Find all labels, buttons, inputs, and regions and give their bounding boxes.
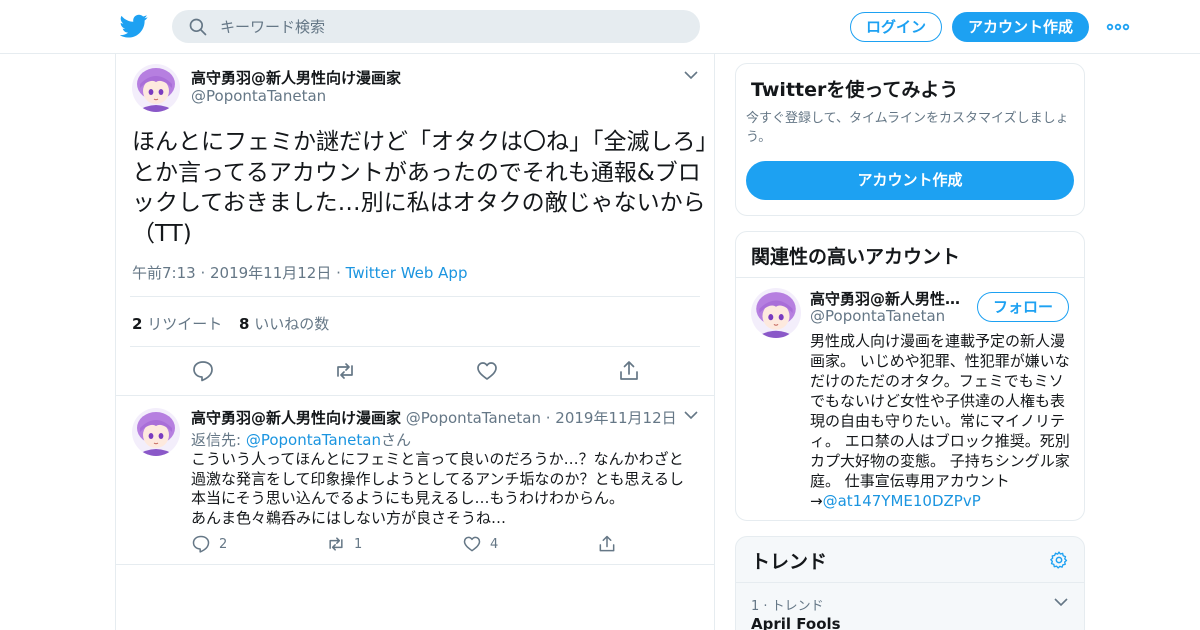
reply-action[interactable]: 2 xyxy=(191,534,251,556)
retweet-count: 1 xyxy=(354,537,363,552)
reply-tweet[interactable]: 高守勇羽@新人男性向け漫画家 @PopontaTanetan · 2019年11… xyxy=(116,396,714,565)
like-count: 8 xyxy=(239,315,250,333)
tweet-source[interactable]: Twitter Web App xyxy=(346,264,468,282)
reply-to-prefix: 返信先: xyxy=(191,431,246,449)
signup-card-button[interactable]: アカウント作成 xyxy=(746,161,1074,200)
account-bio: 男性成人向け漫画を連載予定の新人漫画家。 いじめや犯罪、性犯罪が嫌いなだけのただ… xyxy=(810,331,1072,511)
chevron-down-icon[interactable] xyxy=(683,67,699,83)
signup-card-title: Twitterを使ってみよう xyxy=(751,79,959,101)
timeline-column: 高守勇羽@新人男性向け漫画家 @PopontaTanetan ほんとにフェミか謎… xyxy=(115,54,715,630)
account-bio-link[interactable]: @at147YME10DZPvP xyxy=(823,492,981,510)
avatar[interactable] xyxy=(751,288,801,338)
share-icon xyxy=(599,535,615,552)
main-tweet[interactable]: 高守勇羽@新人男性向け漫画家 @PopontaTanetan ほんとにフェミか謎… xyxy=(116,54,714,396)
reply-count: 2 xyxy=(219,537,228,552)
more-icon[interactable] xyxy=(1106,17,1130,37)
reply-to-handle[interactable]: @PopontaTanetan xyxy=(246,431,381,449)
meta-separator: · xyxy=(331,264,346,282)
tweet-text: ほんとにフェミか謎だけど「オタクは〇ね」「全滅しろ」とか言ってるアカウントがあっ… xyxy=(132,129,707,247)
account-bio-text: 男性成人向け漫画を連載予定の新人漫画家。 いじめや犯罪、性犯罪が嫌いなだけのただ… xyxy=(810,332,1070,510)
top-bar: ログイン アカウント作成 xyxy=(0,0,1200,54)
gear-icon[interactable] xyxy=(1049,550,1069,570)
share-action[interactable] xyxy=(597,534,621,556)
author-handle[interactable]: @PopontaTanetan xyxy=(191,87,326,105)
avatar[interactable] xyxy=(132,408,180,456)
reply-text: こういう人ってほんとにフェミと言って良いのだろうか…？なんかわざと 過激な発言を… xyxy=(191,450,685,527)
search-input[interactable] xyxy=(220,10,680,43)
signup-card: Twitterを使ってみよう 今すぐ登録して、タイムラインをカスタマイズしましょ… xyxy=(735,63,1085,216)
author-name[interactable]: 高守勇羽@新人男性向け漫画家 xyxy=(191,67,401,88)
follow-button[interactable]: フォロー xyxy=(977,292,1069,322)
reply-icon[interactable] xyxy=(191,359,215,383)
like-label: いいねの数 xyxy=(254,315,330,333)
retweet-count: 2 xyxy=(132,315,143,333)
trend-rank: 1 · トレンド xyxy=(751,599,824,614)
chevron-down-icon[interactable] xyxy=(683,407,699,423)
tweet-timestamp[interactable]: 午前7:13 · 2019年11月12日 xyxy=(132,264,331,282)
signup-card-description: 今すぐ登録して、タイムラインをカスタマイズしましょう。 xyxy=(746,111,1069,145)
reply-date[interactable]: · 2019年11月12日 xyxy=(546,409,677,427)
author-name[interactable]: 高守勇羽@新人男性向け漫画家 xyxy=(191,409,401,427)
divider xyxy=(736,277,1084,278)
like-count: 4 xyxy=(490,537,499,552)
retweet-icon xyxy=(329,537,343,551)
reply-header: 高守勇羽@新人男性向け漫画家 @PopontaTanetan · 2019年11… xyxy=(191,407,677,428)
account-name[interactable]: 高守勇羽@新人男性… xyxy=(810,288,970,309)
share-icon[interactable] xyxy=(617,359,641,383)
reply-to: 返信先: @PopontaTanetanさん xyxy=(191,429,411,450)
like-stat[interactable]: 8 いいねの数 xyxy=(239,313,329,334)
avatar[interactable] xyxy=(132,64,180,112)
like-action[interactable]: 4 xyxy=(462,534,522,556)
heart-icon[interactable] xyxy=(475,359,499,383)
search-box[interactable] xyxy=(172,10,700,43)
twitter-bird-icon[interactable] xyxy=(120,12,148,40)
heart-icon xyxy=(463,536,481,552)
trend-topic[interactable]: April Fools xyxy=(751,615,841,630)
related-accounts-card: 関連性の高いアカウント 高守勇羽@新人男性… @PopontaTanetan フ… xyxy=(735,231,1085,521)
search-icon xyxy=(189,18,207,36)
account-handle[interactable]: @PopontaTanetan xyxy=(810,307,945,325)
chevron-down-icon[interactable] xyxy=(1053,594,1069,610)
tweet-metadata: 午前7:13 · 2019年11月12日 · Twitter Web App xyxy=(132,262,467,283)
tweet-stats: 2 リツイート 8 いいねの数 xyxy=(130,296,700,347)
signup-button[interactable]: アカウント作成 xyxy=(952,12,1089,42)
trends-card: トレンド 1 · トレンド April Fools xyxy=(735,536,1085,630)
related-accounts-title: 関連性の高いアカウント xyxy=(751,246,961,268)
retweet-stat[interactable]: 2 リツイート xyxy=(132,313,222,334)
reply-to-suffix: さん xyxy=(380,431,411,449)
retweet-icon[interactable] xyxy=(333,359,357,383)
author-handle[interactable]: @PopontaTanetan xyxy=(406,409,541,427)
reply-icon xyxy=(192,535,210,553)
trends-title: トレンド xyxy=(751,551,828,573)
divider xyxy=(736,582,1084,583)
login-button[interactable]: ログイン xyxy=(850,12,942,42)
retweet-label: リツイート xyxy=(147,315,223,333)
retweet-action[interactable]: 1 xyxy=(326,534,386,556)
